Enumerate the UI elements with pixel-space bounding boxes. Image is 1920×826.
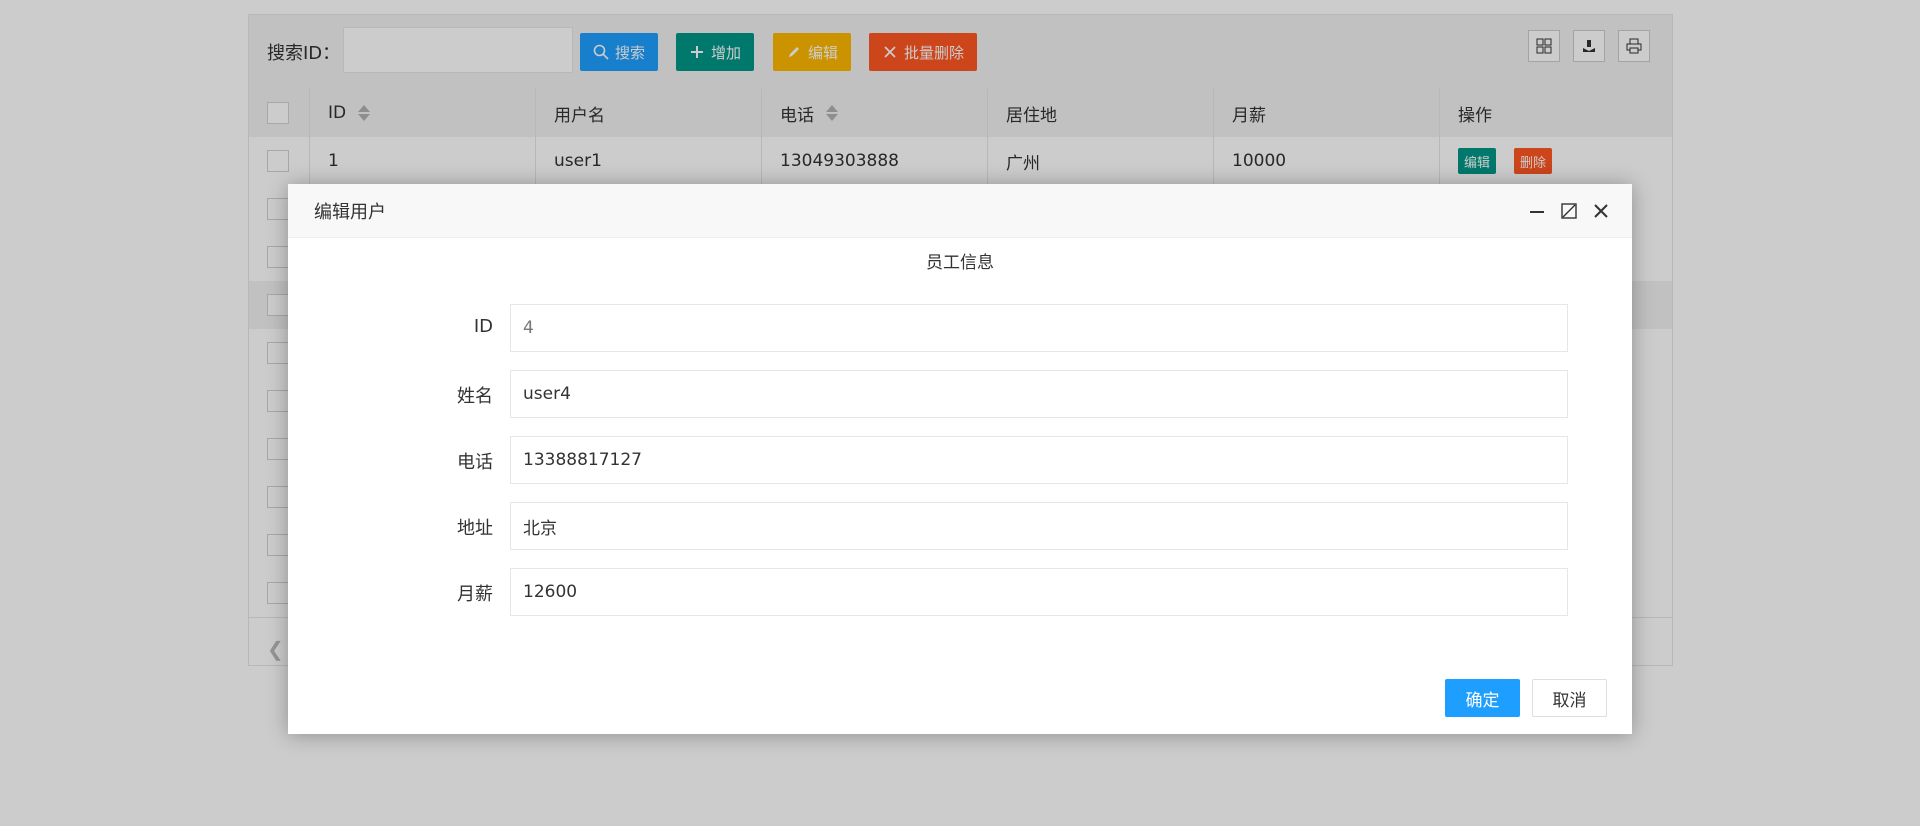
- field-label-name: 姓名: [457, 386, 493, 407]
- address-field[interactable]: 北京: [510, 502, 1568, 550]
- field-label-salary: 月薪: [457, 584, 493, 605]
- cancel-button[interactable]: 取消: [1532, 679, 1607, 717]
- field-label-id: ID: [473, 316, 493, 337]
- edit-user-dialog: 编辑用户 员工信息 ID 4 姓名 user4 电话 13388817127 地…: [288, 184, 1632, 734]
- close-icon[interactable]: [1591, 201, 1611, 221]
- dialog-title: 编辑用户: [314, 202, 386, 223]
- maximize-icon[interactable]: [1559, 201, 1579, 221]
- phone-field[interactable]: 13388817127: [510, 436, 1568, 484]
- section-title: 员工信息: [926, 253, 994, 273]
- minimize-icon[interactable]: [1527, 201, 1547, 221]
- salary-field[interactable]: 12600: [510, 568, 1568, 616]
- field-label-address: 地址: [457, 518, 493, 539]
- name-field[interactable]: user4: [510, 370, 1568, 418]
- dialog-header: 编辑用户: [288, 184, 1632, 238]
- id-field[interactable]: 4: [510, 304, 1568, 352]
- field-label-phone: 电话: [457, 452, 493, 473]
- confirm-button[interactable]: 确定: [1445, 679, 1520, 717]
